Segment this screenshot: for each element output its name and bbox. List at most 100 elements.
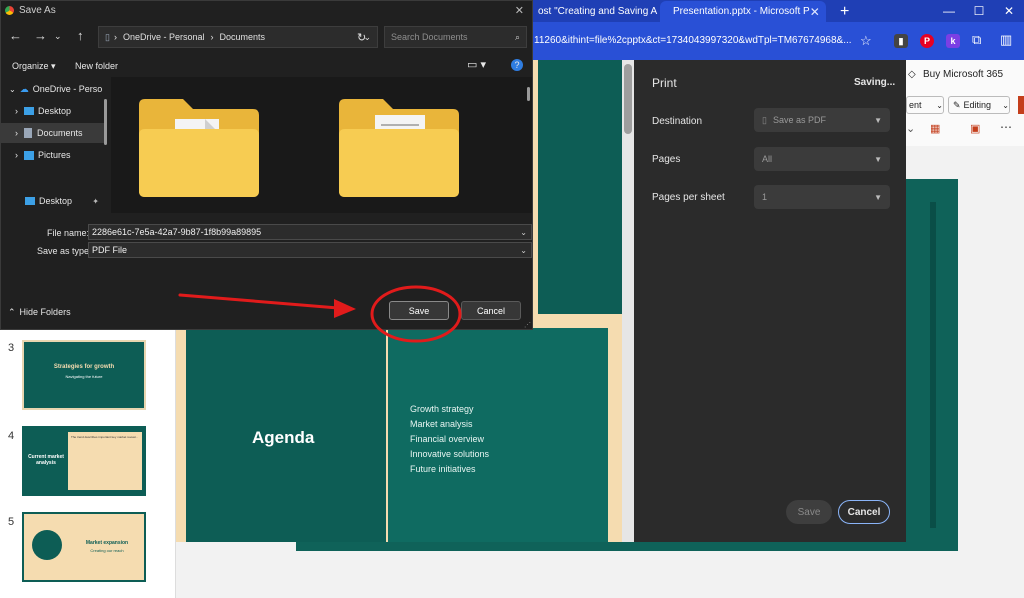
split-icon[interactable]: ▥ [1000,32,1012,48]
print-cancel-button[interactable]: Cancel [838,500,890,524]
cloud-icon: ☁ [19,83,29,94]
chevron-right-icon: › [113,32,117,42]
shield-extension-icon[interactable]: ▮ [894,34,908,48]
print-preview-scrollbar[interactable] [622,60,634,542]
organize-label: Organize [12,61,49,71]
browser-tab-presentation[interactable]: Presentation.pptx - Microsoft P ✕ [660,1,826,22]
scrollbar-thumb[interactable] [624,64,632,134]
nav-item-onedrive[interactable]: ⌄ ☁ OneDrive - Perso [1,79,105,99]
chevron-down-icon[interactable]: ⌄ [906,122,915,135]
editing-label: Editing [963,100,992,110]
nav-item-desktop[interactable]: › Desktop [1,101,105,121]
save-as-dialog: Save As ✕ ← → ⌄ ↑ ▯ › OneDrive - Persona… [0,0,533,330]
view-options-icon[interactable]: ▭ ▾ [467,58,486,71]
shapes-icon[interactable]: ▣ [970,122,980,135]
more-options-icon[interactable]: ⋯ [1000,120,1012,134]
file-list [111,77,532,213]
share-button[interactable] [1018,96,1024,114]
slide-thumbnail[interactable]: Market expansion Creating our reach [22,512,146,582]
new-folder-button[interactable]: New folder [75,61,118,71]
slide-thumbnail[interactable]: Strategies for growth Navigating the fut… [22,340,146,410]
search-icon: ⌕ [514,31,520,42]
pages-select[interactable]: All ▼ [754,147,890,171]
cancel-button[interactable]: Cancel [461,301,521,320]
chevron-down-icon: ⌄ [520,245,527,255]
folder-item[interactable] [135,91,263,201]
hide-folders-button[interactable]: ⌃ Hide Folders [8,307,71,318]
file-name-value: 2286e61c-7e5a-42a7-9b87-1f8b99a89895 [92,227,262,237]
maximize-button[interactable]: ☐ [964,0,994,22]
nav-item-pictures[interactable]: › Pictures [1,145,105,165]
pages-per-sheet-value: 1 [762,192,768,202]
diamond-icon: ◇ [908,69,916,80]
up-arrow-icon[interactable]: ↑ [77,28,84,43]
forward-arrow-icon[interactable]: → [34,28,47,43]
print-title: Print [652,76,677,90]
desktop-icon [24,107,34,115]
save-type-label: Save as type: [37,246,92,256]
chevron-down-icon: ▼ [874,154,882,164]
slide-title: Agenda [252,428,315,447]
chevron-right-icon: › [15,150,18,160]
pages-value: All [762,154,773,164]
dialog-titlebar: Save As ✕ [1,1,532,19]
save-button[interactable]: Save [389,301,449,320]
nav-item-label: OneDrive - Perso [32,84,103,94]
pinterest-extension-icon[interactable]: P [920,34,934,48]
window-close-button[interactable]: ✕ [994,0,1024,22]
pages-label: Pages [652,154,681,165]
refresh-icon[interactable]: ↻ [357,31,366,44]
help-icon[interactable]: ? [511,59,523,71]
chevron-down-icon: ▼ [874,115,882,125]
agenda-item: Innovative solutions [410,449,490,459]
pin-icon[interactable]: ✦ [92,197,99,206]
star-icon[interactable]: ☆ [860,33,872,49]
agenda-slide: Agenda Growth strategy Market analysis F… [172,314,622,542]
search-input[interactable]: Search Documents ⌕ [384,26,527,48]
editing-button[interactable]: ✎ Editing ⌄ [948,96,1010,114]
nav-item-documents[interactable]: › Documents [1,123,105,143]
folder-item[interactable] [335,91,463,201]
browser-tab-article[interactable]: ost "Creating and Saving A ✕ [530,1,658,22]
minimize-button[interactable]: — [934,0,964,22]
plus-icon: + [840,2,850,20]
breadcrumb[interactable]: ▯ › OneDrive - Personal › Documents ⌄ ↻ [98,26,378,48]
chevron-down-icon[interactable]: ⌄ [54,31,62,42]
thumbnail-body: The trend describes important key market… [68,432,142,490]
chevron-right-icon: › [15,128,18,138]
close-icon[interactable]: ✕ [657,5,658,19]
close-icon[interactable]: ✕ [810,5,820,19]
save-type-select[interactable]: PDF File ⌄ [88,242,532,258]
breadcrumb-onedrive[interactable]: OneDrive - Personal [123,32,205,42]
slide-thumbnail[interactable]: Current market analysis The trend descri… [22,426,146,496]
thumbnail-number: 5 [8,516,15,528]
organize-button[interactable]: Organize ▾ [12,61,56,72]
chevron-right-icon: › [210,32,214,42]
browser-toolbar: 11260&ithint=file%2cpptx&ct=173404399732… [530,22,1024,60]
nav-scrollbar[interactable] [104,99,107,145]
hide-folders-label: Hide Folders [19,307,71,317]
file-list-scrollbar[interactable] [527,87,530,101]
destination-select[interactable]: ▯ Save as PDF ▼ [754,108,890,132]
chevron-down-icon[interactable]: ⌄ [520,228,527,237]
print-panel: Print Saving... Destination ▯ Save as PD… [634,60,906,542]
desktop-icon [25,197,35,205]
k-extension-icon[interactable]: k [946,34,960,48]
pages-per-sheet-select[interactable]: 1 ▼ [754,185,890,209]
file-name-input[interactable]: 2286e61c-7e5a-42a7-9b87-1f8b99a89895 ⌄ [88,224,532,240]
puzzle-icon[interactable]: ⧉ [972,32,981,48]
close-icon[interactable]: ✕ [515,4,524,17]
resize-grip-icon[interactable]: ⋰ [524,321,531,329]
address-bar[interactable]: 11260&ithint=file%2cpptx&ct=173404399732… [534,35,852,46]
layout-icon[interactable]: ▦ [930,122,940,135]
comments-button[interactable]: ent ⌄ [906,96,944,114]
buy-microsoft-link[interactable]: Buy Microsoft 365 [923,69,1003,80]
print-save-button[interactable]: Save [786,500,832,524]
new-tab-button[interactable]: + [832,1,852,22]
chrome-icon [5,5,14,15]
nav-item-quick-desktop[interactable]: Desktop ✦ [1,191,105,211]
pencil-icon: ✎ [953,99,961,110]
slide-preview-edge [930,202,936,528]
back-arrow-icon[interactable]: ← [9,28,22,43]
breadcrumb-documents[interactable]: Documents [220,32,266,42]
